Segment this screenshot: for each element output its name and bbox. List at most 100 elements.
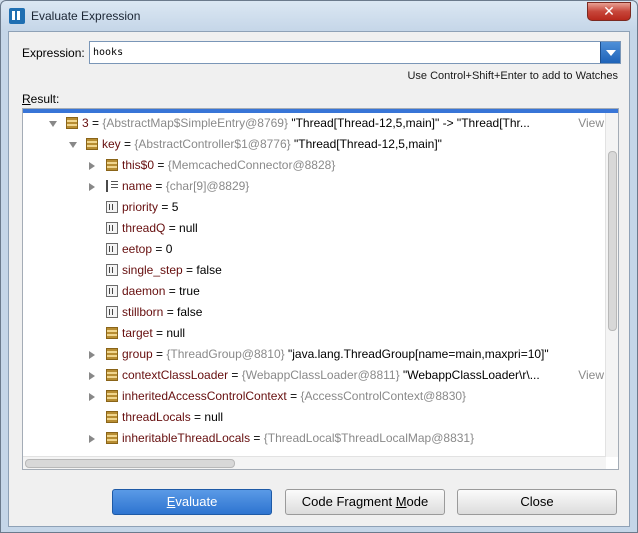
field-name: eetop <box>122 242 153 256</box>
field-value: null <box>179 221 198 235</box>
field-name: threadQ <box>122 221 166 235</box>
tree-row-text: priority = 5 <box>122 197 178 218</box>
field-name: priority <box>122 200 159 214</box>
expand-arrow-icon[interactable] <box>89 393 95 401</box>
code-fragment-mode-button[interactable]: Code Fragment Mode <box>285 489 445 515</box>
field-value: 0 <box>165 242 173 256</box>
field-type: {char[9]@8829} <box>165 179 250 193</box>
expression-history-dropdown[interactable] <box>600 42 620 63</box>
field-value: "Thread[Thread-12,5,main]" <box>290 137 442 151</box>
field-name: inheritedAccessControlContext <box>122 389 287 403</box>
tree-row[interactable]: contextClassLoader = {WebappClassLoader@… <box>23 365 606 386</box>
watches-hint: Use Control+Shift+Enter to add to Watche… <box>407 70 618 82</box>
field-value: null <box>204 410 224 424</box>
tree-row[interactable]: eetop = 0 <box>23 239 606 260</box>
view-link[interactable]: View <box>578 113 604 134</box>
field-type: {AbstractController$1@8776} <box>134 137 291 151</box>
field-name: threadLocals <box>122 410 191 424</box>
result-tree[interactable]: 3 = {AbstractMap$SimpleEntry@8769} "Thre… <box>22 108 619 470</box>
object-field-icon <box>106 159 118 171</box>
field-value: "Thread[Thread-12,5,main]" -> "Thread[Th… <box>288 116 530 130</box>
horizontal-scroll-thumb[interactable] <box>25 459 235 468</box>
object-field-icon <box>106 348 118 360</box>
evaluate-expression-dialog: Evaluate Expression ✕ Expression: hooks … <box>0 0 638 533</box>
vertical-scroll-thumb[interactable] <box>608 151 617 331</box>
field-name: key <box>102 137 121 151</box>
expand-arrow-icon[interactable] <box>89 372 95 380</box>
primitive-field-icon <box>106 264 118 276</box>
expression-value: hooks <box>93 47 124 58</box>
expand-arrow-icon[interactable] <box>89 183 95 191</box>
equals-sign: = <box>158 200 172 214</box>
tree-row-text: this$0 = {MemcachedConnector@8828} <box>122 155 335 176</box>
tree-row-text: single_step = false <box>122 260 222 281</box>
object-field-icon <box>106 327 118 339</box>
view-link[interactable]: View <box>578 365 604 386</box>
equals-sign: = <box>88 116 103 130</box>
tree-row[interactable]: group = {ThreadGroup@8810} "java.lang.Th… <box>23 344 606 365</box>
object-field-icon <box>66 117 78 129</box>
equals-sign: = <box>120 137 135 151</box>
field-name: daemon <box>122 284 166 298</box>
tree-row[interactable]: priority = 5 <box>23 197 606 218</box>
field-value: true <box>179 284 200 298</box>
tree-row[interactable]: name = {char[9]@8829} <box>23 176 606 197</box>
primitive-field-icon <box>106 243 118 255</box>
tree-row[interactable]: threadQ = null <box>23 218 606 239</box>
field-name: inheritableThreadLocals <box>122 431 251 445</box>
horizontal-scrollbar[interactable] <box>23 456 606 469</box>
expand-arrow-icon[interactable] <box>89 162 95 170</box>
tree-row[interactable]: stillborn = false <box>23 302 606 323</box>
object-field-icon <box>106 432 118 444</box>
collapse-arrow-icon[interactable] <box>49 121 57 127</box>
equals-sign: = <box>152 326 167 340</box>
tree-row[interactable]: threadLocals = null <box>23 407 606 428</box>
vertical-scrollbar[interactable] <box>605 113 618 457</box>
equals-sign: = <box>152 242 166 256</box>
object-field-icon <box>106 369 118 381</box>
window-close-button[interactable]: ✕ <box>587 2 631 21</box>
field-value: null <box>166 326 186 340</box>
tree-row[interactable]: single_step = false <box>23 260 606 281</box>
field-value: "java.lang.ThreadGroup[name=main,maxpri=… <box>284 347 549 361</box>
expression-label: Expression: <box>22 46 85 60</box>
tree-row[interactable]: inheritedAccessControlContext = {AccessC… <box>23 386 606 407</box>
equals-sign: = <box>154 158 168 172</box>
primitive-field-icon <box>106 285 118 297</box>
tree-row-text: target = null <box>122 323 185 344</box>
field-value: "WebappClassLoader\r\... <box>399 368 540 382</box>
tree-row-text: inheritedAccessControlContext = {AccessC… <box>122 386 466 407</box>
tree-row[interactable]: daemon = true <box>23 281 606 302</box>
tree-row-text: 3 = {AbstractMap$SimpleEntry@8769} "Thre… <box>82 113 530 134</box>
tree-row[interactable]: this$0 = {MemcachedConnector@8828} <box>23 155 606 176</box>
field-type: {MemcachedConnector@8828} <box>167 158 336 172</box>
equals-sign: = <box>182 263 197 277</box>
tree-row[interactable]: target = null <box>23 323 606 344</box>
collapse-arrow-icon[interactable] <box>69 142 77 148</box>
field-name: name <box>122 179 153 193</box>
field-value: false <box>196 263 222 277</box>
expression-input[interactable]: hooks <box>89 41 621 64</box>
tree-row-text: name = {char[9]@8829} <box>122 176 249 197</box>
equals-sign: = <box>190 410 205 424</box>
equals-sign: = <box>165 221 180 235</box>
expand-arrow-icon[interactable] <box>89 351 95 359</box>
field-name: contextClassLoader <box>122 368 229 382</box>
tree-row[interactable]: inheritableThreadLocals = {ThreadLocal$T… <box>23 428 606 449</box>
field-type: {ThreadGroup@8810} <box>166 347 285 361</box>
field-type: {WebappClassLoader@8811} <box>241 368 400 382</box>
equals-sign: = <box>165 284 180 298</box>
evaluate-button[interactable]: Evaluate <box>112 489 272 515</box>
equals-sign: = <box>286 389 301 403</box>
field-value: 5 <box>171 200 179 214</box>
equals-sign: = <box>152 179 166 193</box>
close-button[interactable]: Close <box>457 489 617 515</box>
title-bar[interactable]: Evaluate Expression ✕ <box>1 1 637 31</box>
tree-row[interactable]: key = {AbstractController$1@8776} "Threa… <box>23 134 606 155</box>
tree-row[interactable]: 3 = {AbstractMap$SimpleEntry@8769} "Thre… <box>23 113 606 134</box>
tree-row-text: daemon = true <box>122 281 200 302</box>
tree-row-text: threadLocals = null <box>122 407 223 428</box>
tree-row-text: group = {ThreadGroup@8810} "java.lang.Th… <box>122 344 549 365</box>
expand-arrow-icon[interactable] <box>89 435 95 443</box>
field-type: {AccessControlContext@8830} <box>300 389 467 403</box>
